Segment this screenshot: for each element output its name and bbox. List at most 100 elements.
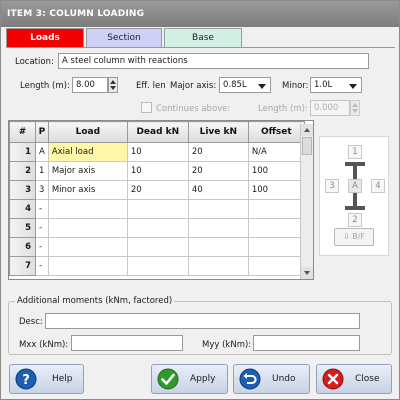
apply-button[interactable]: Apply <box>151 364 228 394</box>
cell-live[interactable]: 40 <box>187 180 249 200</box>
cell-live[interactable] <box>187 218 249 238</box>
mxx-input[interactable] <box>71 335 183 351</box>
myy-input[interactable] <box>253 335 360 351</box>
cell-dead[interactable] <box>126 237 189 257</box>
cell-load[interactable] <box>47 218 128 238</box>
row-number[interactable]: 2 <box>9 161 36 181</box>
minor-axis-select[interactable]: 1.0L <box>310 77 362 93</box>
row-number[interactable]: 3 <box>9 180 36 200</box>
cell-p[interactable]: - <box>35 199 49 219</box>
position-a-button[interactable]: A <box>348 179 362 193</box>
cell-dead[interactable] <box>126 256 189 276</box>
cell-load[interactable] <box>47 237 128 257</box>
cell-p[interactable]: 3 <box>35 180 49 200</box>
cell-offset[interactable]: 100 <box>247 180 305 200</box>
tab-base[interactable]: Base <box>164 28 242 48</box>
column-header-num[interactable]: # <box>9 121 36 143</box>
column-header-load[interactable]: Load <box>47 121 128 143</box>
tab-section[interactable]: Section <box>86 28 162 48</box>
tab-divider <box>6 47 395 48</box>
scroll-up-icon <box>304 128 310 132</box>
spin-down-icon <box>352 109 358 113</box>
length-input[interactable]: 8.00 <box>72 77 108 93</box>
row-number[interactable]: 1 <box>9 142 36 162</box>
row-number[interactable]: 6 <box>9 237 36 257</box>
cell-p[interactable]: 1 <box>35 161 49 181</box>
desc-input[interactable] <box>45 313 360 329</box>
close-label: Close <box>355 374 380 384</box>
position-2-button[interactable]: 2 <box>348 213 362 227</box>
continues-above-checkbox[interactable] <box>141 102 152 113</box>
cell-offset[interactable]: N/A <box>247 142 305 162</box>
chevron-down-icon <box>258 84 266 89</box>
cell-p[interactable]: - <box>35 256 49 276</box>
close-button[interactable]: Close <box>316 364 392 394</box>
table-row[interactable]: 6 - <box>9 237 305 257</box>
cell-dead[interactable]: 10 <box>126 142 189 162</box>
cell-live[interactable] <box>187 237 249 257</box>
cell-p[interactable]: - <box>35 218 49 238</box>
table-row[interactable]: 2 1 Major axis 10 20 100 <box>9 161 305 181</box>
spin-up-icon <box>352 103 358 107</box>
position-1-button[interactable]: 1 <box>348 145 362 159</box>
undo-label: Undo <box>272 374 296 384</box>
cell-offset[interactable] <box>247 256 305 276</box>
cell-load[interactable]: Major axis <box>47 161 128 181</box>
column-header-live[interactable]: Live kN <box>187 121 249 143</box>
row-number[interactable]: 5 <box>9 218 36 238</box>
undo-button[interactable]: Undo <box>233 364 310 394</box>
length2-input[interactable]: 0.000 <box>310 100 350 116</box>
cell-offset[interactable]: 100 <box>247 161 305 181</box>
cell-dead[interactable] <box>126 218 189 238</box>
cell-offset[interactable] <box>247 199 305 219</box>
spin-down-icon <box>110 86 116 90</box>
row-number[interactable]: 4 <box>9 199 36 219</box>
cell-live[interactable]: 20 <box>187 142 249 162</box>
length2-label: Length (m): <box>258 104 308 114</box>
scroll-down-icon <box>304 271 310 275</box>
cell-p[interactable]: A <box>35 142 49 162</box>
cell-live[interactable] <box>187 256 249 276</box>
column-header-offset[interactable]: Offset <box>247 121 305 143</box>
major-axis-select[interactable]: 0.85L <box>219 77 271 93</box>
help-button[interactable]: ? Help <box>9 364 84 394</box>
cell-offset[interactable] <box>247 237 305 257</box>
column-header-dead[interactable]: Dead kN <box>126 121 189 143</box>
position-4-button[interactable]: 4 <box>371 179 385 193</box>
cell-dead[interactable]: 20 <box>126 180 189 200</box>
cell-load[interactable]: Axial load <box>47 142 128 162</box>
chevron-down-icon <box>349 84 357 89</box>
cell-dead[interactable] <box>126 199 189 219</box>
cell-load[interactable] <box>47 256 128 276</box>
table-row[interactable]: 5 - <box>9 218 305 238</box>
loads-table: # P Load Dead kN Live kN Offset 1 A Axia… <box>9 121 305 276</box>
cell-load[interactable]: Minor axis <box>47 180 128 200</box>
undo-icon <box>239 368 261 390</box>
tab-loads[interactable]: Loads <box>6 28 84 48</box>
cell-live[interactable]: 20 <box>187 161 249 181</box>
position-3-button[interactable]: 3 <box>325 179 339 193</box>
table-row[interactable]: 4 - <box>9 199 305 219</box>
cell-live[interactable] <box>187 199 249 219</box>
myy-label: Myy (kNm): <box>202 340 252 350</box>
cell-load[interactable] <box>47 199 128 219</box>
table-row[interactable]: 7 - <box>9 256 305 276</box>
table-row[interactable]: 1 A Axial load 10 20 N/A <box>9 142 305 162</box>
scroll-up-button[interactable] <box>301 124 313 136</box>
cell-p[interactable]: - <box>35 237 49 257</box>
table-row[interactable]: 3 3 Minor axis 20 40 100 <box>9 180 305 200</box>
row-number[interactable]: 7 <box>9 256 36 276</box>
cell-dead[interactable]: 10 <box>126 161 189 181</box>
major-axis-label: Major axis: <box>170 81 217 91</box>
length2-spinner[interactable] <box>350 100 360 116</box>
cell-offset[interactable] <box>247 218 305 238</box>
scroll-down-button[interactable] <box>301 267 313 279</box>
length-spinner[interactable] <box>108 77 118 93</box>
length-label: Length (m): <box>20 81 70 91</box>
scroll-thumb[interactable] <box>302 137 312 155</box>
location-input[interactable]: A steel column with reactions <box>58 53 369 69</box>
bf-button[interactable]: ⇩ B/F <box>334 228 374 246</box>
major-axis-value: 0.85L <box>223 80 247 90</box>
column-header-p[interactable]: P <box>35 121 49 143</box>
grid-scrollbar[interactable] <box>300 124 313 279</box>
